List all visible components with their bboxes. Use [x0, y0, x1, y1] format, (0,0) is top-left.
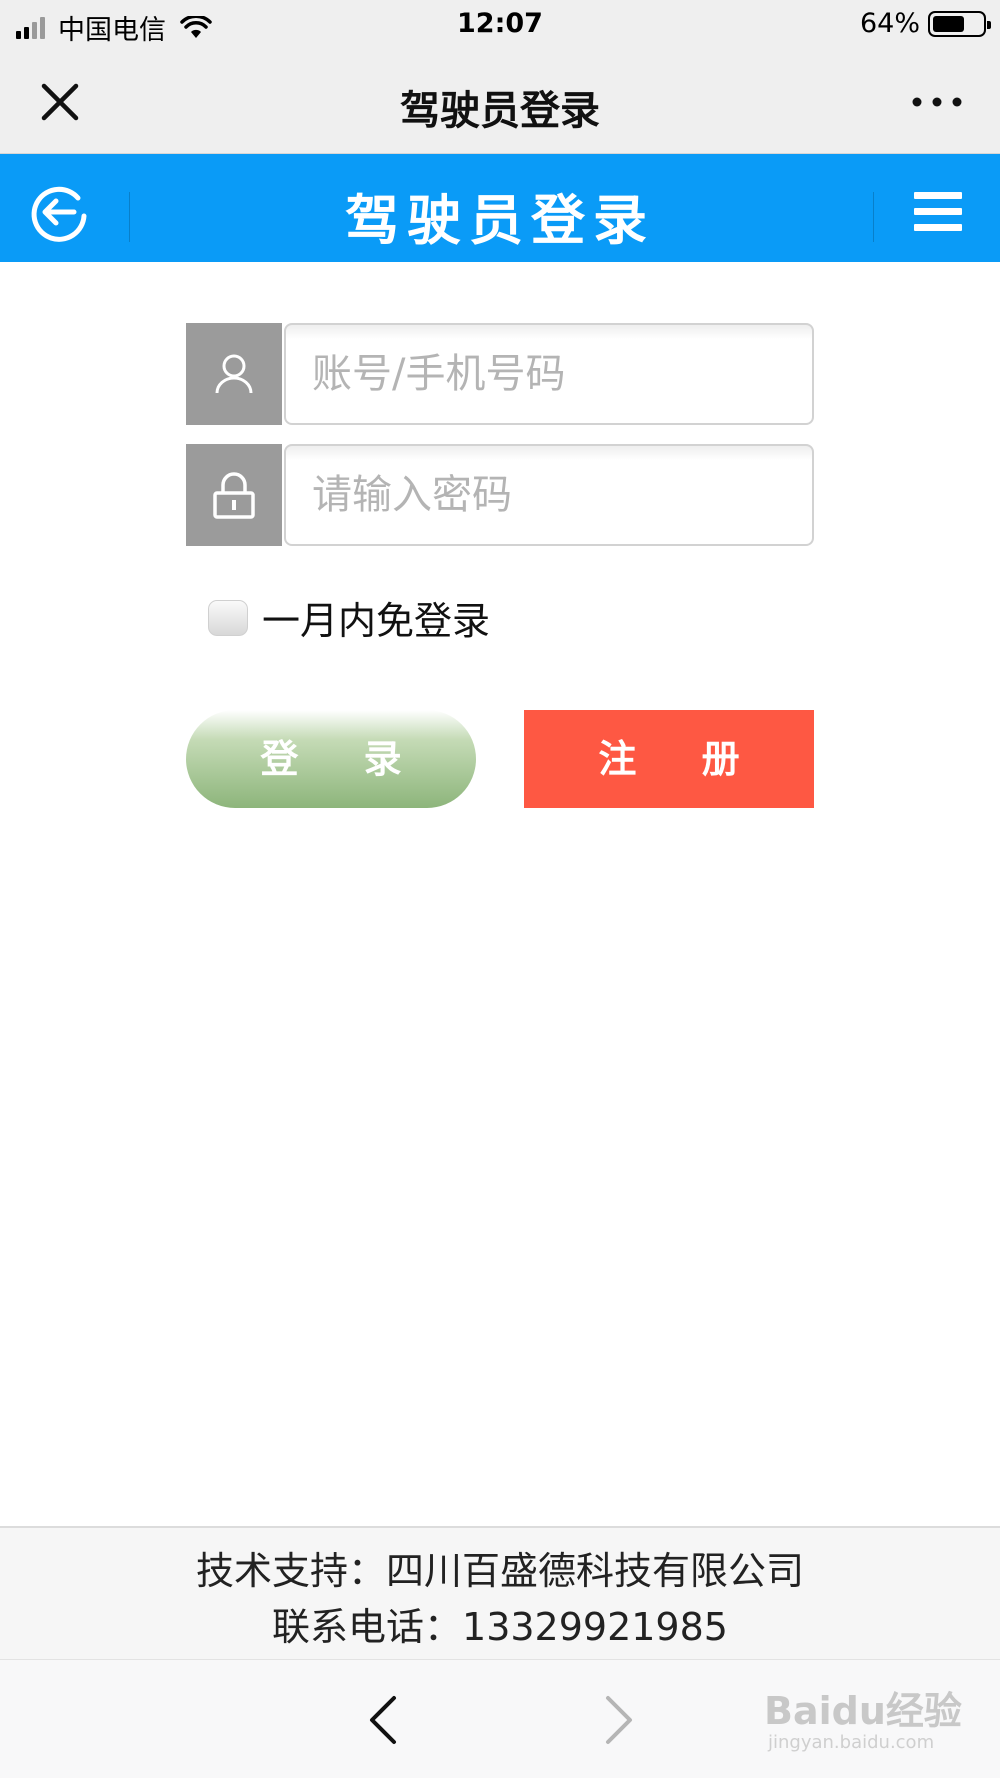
- remember-login[interactable]: 一月内免登录: [208, 590, 490, 645]
- wechat-nav-title: 驾驶员登录: [400, 88, 600, 134]
- battery-fill: [933, 15, 964, 32]
- battery-icon: [928, 10, 991, 37]
- watermark-brand: Baidu经验: [764, 1689, 962, 1733]
- contact-phone-text: 联系电话：13329921985: [272, 1605, 728, 1649]
- chevron-right-icon[interactable]: [600, 1692, 640, 1748]
- status-right: 64%: [859, 8, 991, 39]
- user-icon: [186, 323, 282, 425]
- username-input[interactable]: [284, 323, 814, 425]
- menu-icon[interactable]: [914, 192, 962, 232]
- battery-tip: [987, 20, 991, 29]
- page-title: 驾驶员登录: [345, 189, 655, 252]
- status-bar: 中国电信 12:07 64%: [0, 0, 1000, 50]
- baidu-watermark: Baidu经验 jingyan.baidu.com: [764, 1680, 964, 1760]
- battery-percent: 64%: [859, 8, 920, 39]
- status-time: 12:07: [457, 8, 543, 39]
- register-button[interactable]: 注 册: [524, 710, 814, 808]
- watermark-url: jingyan.baidu.com: [768, 1732, 935, 1753]
- bottom-nav: Baidu经验 jingyan.baidu.com: [0, 1660, 1000, 1778]
- login-button[interactable]: 登 录: [186, 710, 476, 808]
- app-header: 驾驶员登录: [0, 154, 1000, 262]
- footer: 技术支持：四川百盛德科技有限公司 联系电话：13329921985: [0, 1526, 1000, 1660]
- remember-checkbox[interactable]: [208, 599, 248, 636]
- header-divider-right: [873, 192, 874, 242]
- username-row: [186, 323, 814, 425]
- wechat-nav-bar: 驾驶员登录: [0, 50, 1000, 154]
- password-row: [186, 444, 814, 546]
- chevron-left-icon[interactable]: [362, 1692, 402, 1748]
- remember-label: 一月内免登录: [262, 599, 491, 643]
- password-input[interactable]: [284, 444, 814, 546]
- more-icon[interactable]: [910, 82, 964, 122]
- lock-icon: [186, 444, 282, 546]
- page: 中国电信 12:07 64% 驾驶员登录 驾驶员登录 账号/手机号码 一月内免登…: [0, 0, 1000, 1778]
- tech-support-text: 技术支持：四川百盛德科技有限公司: [195, 1549, 804, 1593]
